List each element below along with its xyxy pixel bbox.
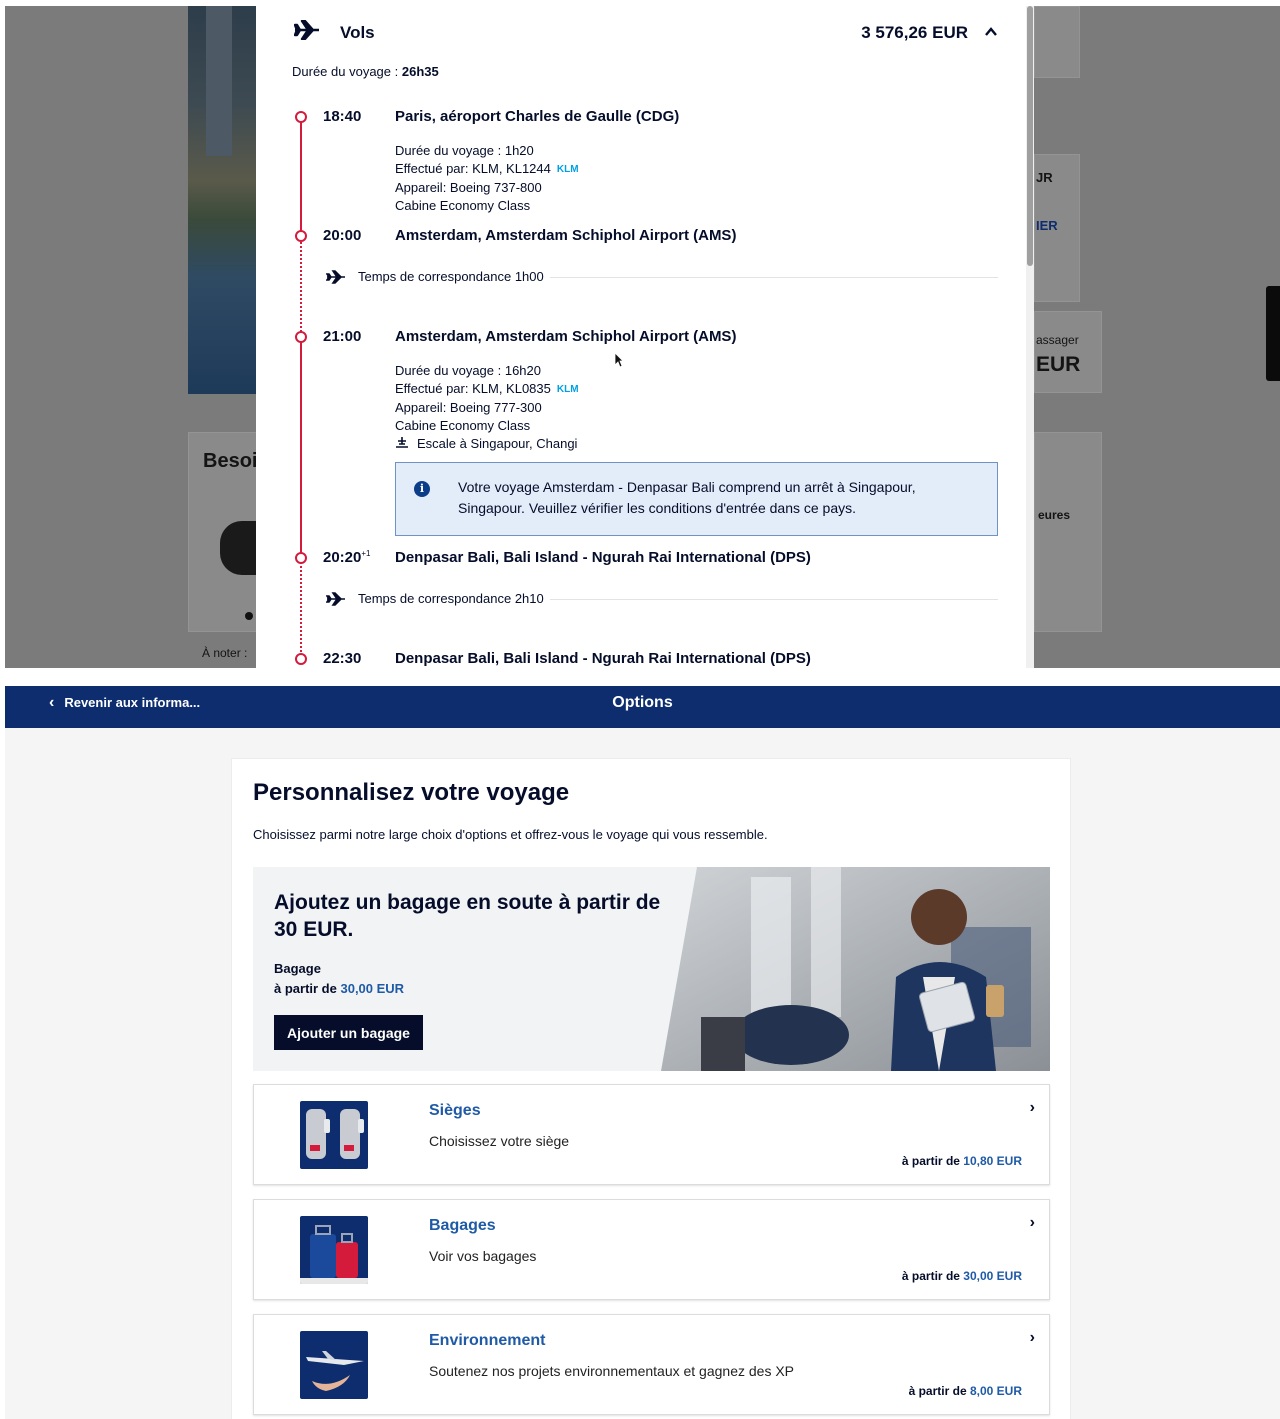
flight-duration: Durée du voyage : 16h20 xyxy=(395,363,541,378)
arrival-airport: Denpasar Bali, Bali Island - Ngurah Rai … xyxy=(395,549,811,566)
luggage-icon xyxy=(300,1216,368,1284)
promo-price-info: Bagage à partir de 30,00 EUR xyxy=(274,961,405,996)
departure-time: 21:00 xyxy=(323,328,362,345)
timeline-node xyxy=(295,653,307,665)
background-card xyxy=(1034,432,1102,632)
arrival-time: 20:20+1 xyxy=(323,549,371,566)
baggage-promo-banner: Ajoutez un bagage en soute à partir de 3… xyxy=(253,867,1050,1071)
mouse-cursor-icon xyxy=(614,352,624,368)
timeline-node xyxy=(295,331,307,343)
chevron-right-icon: › xyxy=(1029,1214,1035,1231)
timeline-node xyxy=(295,552,307,564)
operated-by: Effectué par: KLM, KL1244 KLM xyxy=(395,160,579,179)
plane-connection-icon xyxy=(326,270,345,284)
klm-logo: KLM xyxy=(556,383,579,395)
chevron-right-icon: › xyxy=(1029,1329,1035,1346)
stopover-icon xyxy=(396,436,408,448)
background-heading: Besoi xyxy=(203,450,258,472)
options-page-screenshot: ‹ Revenir aux informa... Options Personna… xyxy=(5,686,1280,1419)
next-day-indicator: +1 xyxy=(361,549,371,558)
option-price: à partir de 8,00 EUR xyxy=(908,1384,1022,1398)
option-description: Voir vos bagages xyxy=(429,1248,537,1264)
connection-row: Temps de correspondance 1h00 xyxy=(326,267,998,287)
environment-icon xyxy=(300,1331,368,1399)
flight-duration: Durée du voyage : 1h20 xyxy=(395,143,534,158)
cabin-class: Cabine Economy Class xyxy=(395,197,531,213)
carousel-dot xyxy=(245,612,253,620)
background-fragment: eures xyxy=(1038,508,1071,522)
timeline-node xyxy=(295,111,307,123)
timeline-segment xyxy=(300,336,302,558)
timeline-segment xyxy=(300,116,302,236)
connection-time: Temps de correspondance 2h10 xyxy=(358,591,544,606)
stopover: Escale à Singapour, Changi xyxy=(395,435,579,453)
cabin-class: Cabine Economy Class xyxy=(395,417,531,433)
option-title: Sièges xyxy=(429,1102,481,1119)
timeline-node xyxy=(295,230,307,242)
option-title: Environnement xyxy=(429,1332,546,1349)
entry-conditions-notice: i Votre voyage Amsterdam - Denpasar Bali… xyxy=(395,462,998,536)
background-fragment: EUR xyxy=(1036,353,1081,376)
option-card-environment[interactable]: Environnement Soutenez nos projets envir… xyxy=(253,1314,1050,1415)
background-note: À noter : xyxy=(202,646,248,660)
option-card-seats[interactable]: Sièges Choisissez votre siège à partir d… xyxy=(253,1084,1050,1185)
option-description: Soutenez nos projets environnementaux et… xyxy=(429,1363,795,1379)
option-card-baggage[interactable]: Bagages Voir vos bagages à partir de 30,… xyxy=(253,1199,1050,1300)
klm-logo: KLM xyxy=(556,163,579,175)
options-content: Personnalisez votre voyage Choisissez pa… xyxy=(231,758,1071,1419)
aircraft: Appareil: Boeing 777-300 xyxy=(395,399,542,415)
info-icon: i xyxy=(414,481,430,497)
departure-airport: Amsterdam, Amsterdam Schiphol Airport (A… xyxy=(395,328,737,345)
background-fragment: IER xyxy=(1036,218,1058,233)
background-fragment: assager xyxy=(1036,333,1079,347)
airplane-icon xyxy=(294,20,319,40)
divider xyxy=(550,277,998,278)
flight-details: Durée du voyage : 1h20 Effectué par: KLM… xyxy=(395,142,579,215)
timeline-connection xyxy=(300,242,302,336)
option-description: Choisissez votre siège xyxy=(429,1133,570,1149)
promo-price: 30,00 EUR xyxy=(340,981,405,996)
page-header-title: Options xyxy=(612,694,673,711)
flight-details: Durée du voyage : 16h20 Effectué par: KL… xyxy=(395,362,579,453)
seats-icon xyxy=(300,1101,368,1169)
aircraft: Appareil: Boeing 737-800 xyxy=(395,179,542,195)
destination-photo xyxy=(188,6,258,394)
departure-airport: Denpasar Bali, Bali Island - Ngurah Rai … xyxy=(395,650,811,667)
page-subtitle: Choisissez parmi notre large choix d'opt… xyxy=(253,827,768,842)
connection-time: Temps de correspondance 1h00 xyxy=(358,269,544,284)
notice-text: Votre voyage Amsterdam - Denpasar Bali c… xyxy=(458,479,916,516)
departure-time: 22:30 xyxy=(323,650,362,667)
page-title: Personnalisez votre voyage xyxy=(253,779,570,806)
feedback-tab[interactable] xyxy=(1266,286,1280,381)
flights-title: Vols xyxy=(340,23,375,42)
promo-title: Ajoutez un bagage en soute à partir de 3… xyxy=(274,891,661,941)
traveler-photo xyxy=(661,867,1050,1071)
option-price: à partir de 10,80 EUR xyxy=(901,1154,1022,1168)
arrival-time: 20:00 xyxy=(323,227,362,244)
background-card xyxy=(1034,6,1080,78)
option-title: Bagages xyxy=(429,1217,496,1234)
plane-connection-icon xyxy=(326,592,345,606)
chevron-right-icon: › xyxy=(1029,1099,1035,1116)
background-card xyxy=(1034,311,1102,393)
departure-airport: Paris, aéroport Charles de Gaulle (CDG) xyxy=(395,108,680,125)
add-baggage-button[interactable]: Ajouter un bagage xyxy=(274,1015,423,1050)
scrollbar-thumb[interactable] xyxy=(1027,6,1033,266)
departure-time: 18:40 xyxy=(323,108,362,125)
background-fragment: JR xyxy=(1036,170,1053,185)
operated-by: Effectué par: KLM, KL0835 KLM xyxy=(395,380,579,399)
flights-total-price: 3 576,26 EUR xyxy=(861,23,968,42)
divider xyxy=(550,599,998,600)
timeline-connection xyxy=(300,562,302,656)
flight-details-screenshot: Besoi À noter : JR IER assager EUR eures… xyxy=(5,6,1280,668)
option-price: à partir de 30,00 EUR xyxy=(901,1269,1022,1283)
top-navbar: ‹ Revenir aux informa... Options xyxy=(5,686,1280,728)
flight-details-modal: Vols 3 576,26 EUR Durée du voyage : 26h3… xyxy=(256,6,1034,668)
arrival-airport: Amsterdam, Amsterdam Schiphol Airport (A… xyxy=(395,227,737,244)
connection-row: Temps de correspondance 2h10 xyxy=(326,589,998,609)
trip-duration-value: 26h35 xyxy=(401,64,439,79)
trip-duration: Durée du voyage : 26h35 xyxy=(292,64,439,79)
flights-section-header[interactable]: Vols 3 576,26 EUR xyxy=(294,16,1004,42)
chevron-up-icon[interactable] xyxy=(984,25,998,39)
